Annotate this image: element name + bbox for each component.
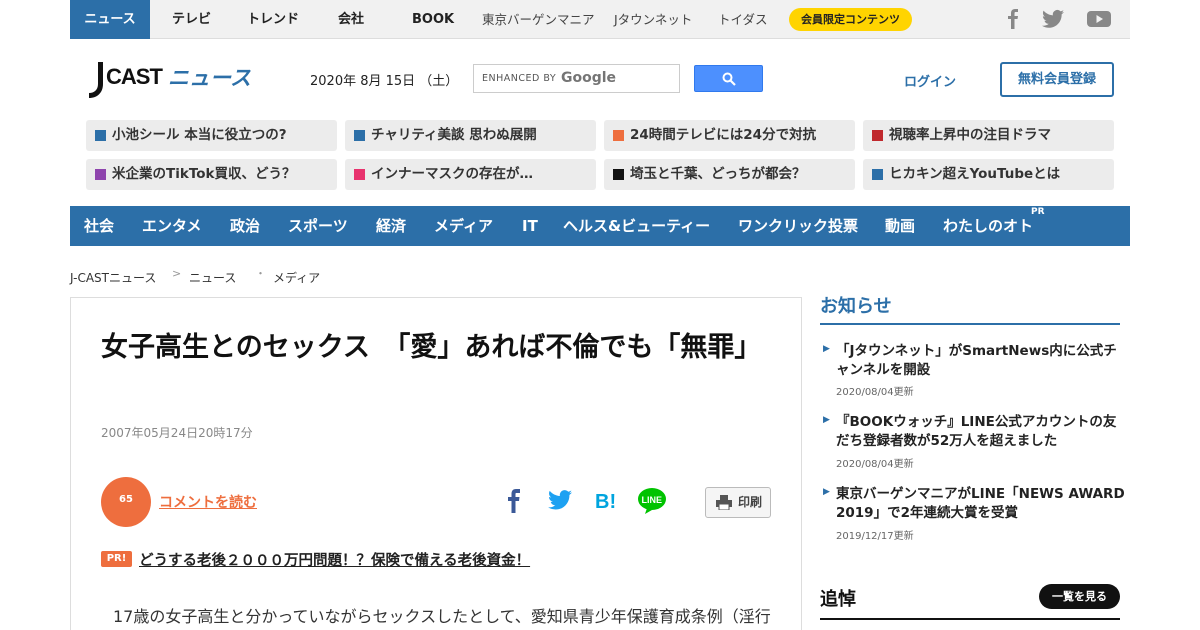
notice-date: 2020/08/04更新 — [836, 387, 914, 398]
breadcrumb-home[interactable]: J-CASTニュース — [70, 269, 156, 286]
print-icon — [716, 495, 732, 510]
read-comments-link[interactable]: コメントを読む — [159, 492, 257, 512]
tab-tv[interactable]: テレビ — [172, 0, 211, 39]
chip-label: 埼玉と千葉、どっちが都会？ — [630, 166, 806, 182]
category-nav: 社会 エンタメ 政治 スポーツ 経済 メディア IT ヘルス&ビューティー ワン… — [70, 206, 1130, 246]
chip-color-marker — [613, 130, 624, 141]
tab-news[interactable]: ニュース — [70, 0, 150, 39]
hatena-bookmark-icon[interactable]: B! — [594, 489, 618, 513]
svg-text:B!: B! — [595, 491, 616, 513]
article-title: 女子高生とのセックス 「愛」あれば不倫でも「無罪」 — [101, 332, 762, 363]
trending-chip[interactable]: チャリティ美談 思わぬ展開 — [345, 120, 596, 151]
line-share-icon[interactable]: LINE — [637, 487, 667, 515]
link-toidas[interactable]: トイダス — [718, 0, 768, 39]
category-sports[interactable]: スポーツ — [288, 206, 348, 246]
link-bargain-mania[interactable]: 東京バーゲンマニア — [482, 0, 595, 39]
chip-label: 視聴率上昇中の注目ドラマ — [889, 127, 1051, 143]
chip-color-marker — [354, 130, 365, 141]
top-nav: ニュース テレビ トレンド 会社 BOOK 東京バーゲンマニア Jタウンネット … — [70, 0, 1130, 39]
search-enhanced-label: ENHANCED BY — [482, 73, 557, 84]
trending-chip[interactable]: ヒカキン超えYouTubeとは — [863, 159, 1114, 190]
chip-color-marker — [354, 169, 365, 180]
chip-color-marker — [613, 169, 624, 180]
category-society[interactable]: 社会 — [84, 206, 114, 246]
comment-count: 65 — [119, 494, 133, 505]
breadcrumb-separator-icon: > — [172, 267, 182, 280]
see-all-button[interactable]: 一覧を見る — [1039, 584, 1120, 609]
site-logo[interactable]: CAST ニュース — [86, 60, 272, 100]
memorial-divider — [820, 618, 1120, 620]
category-watashi-no-oto[interactable]: わたしのオト — [943, 206, 1033, 246]
chevron-right-icon: ▶ — [823, 344, 830, 354]
chip-label: 24時間テレビには24分で対抗 — [630, 127, 817, 143]
notice-heading: お知らせ — [820, 296, 892, 317]
chip-label: 小池シール 本当に役立つの? — [112, 127, 287, 143]
svg-text:CAST: CAST — [106, 64, 163, 89]
login-link[interactable]: ログイン — [904, 71, 956, 90]
tab-trend[interactable]: トレンド — [247, 0, 299, 39]
youtube-icon[interactable] — [1087, 9, 1111, 29]
search-button[interactable] — [694, 65, 763, 92]
print-button[interactable]: 印刷 — [705, 487, 771, 518]
article-date: 2007年05月24日20時17分 — [101, 426, 253, 440]
link-jtown-net[interactable]: Jタウンネット — [614, 0, 692, 39]
pr-tag: PR — [1031, 207, 1045, 217]
memorial-heading: 追悼 — [820, 589, 856, 610]
category-politics[interactable]: 政治 — [230, 206, 260, 246]
pr-ad-link[interactable]: どうする老後２０００万円問題！？保険で備える老後資金！ — [139, 549, 530, 570]
google-wordmark: Google — [561, 70, 617, 86]
category-media[interactable]: メディア — [434, 206, 493, 246]
chip-color-marker — [95, 169, 106, 180]
category-it[interactable]: IT — [522, 206, 538, 246]
chip-color-marker — [872, 130, 883, 141]
breadcrumb-news[interactable]: ニュース — [189, 269, 236, 286]
print-label: 印刷 — [738, 495, 763, 509]
breadcrumb-current: メディア — [273, 271, 321, 285]
trending-chip[interactable]: 24時間テレビには24分で対抗 — [604, 120, 855, 151]
chip-label: ヒカキン超えYouTubeとは — [889, 166, 1061, 182]
chevron-right-icon: ▶ — [823, 487, 830, 497]
category-video[interactable]: 動画 — [885, 206, 915, 246]
chip-color-marker — [872, 169, 883, 180]
svg-text:LINE: LINE — [642, 495, 663, 505]
search-input[interactable]: ENHANCED BY Google — [473, 64, 680, 93]
twitter-share-icon[interactable] — [548, 489, 572, 511]
notice-divider — [820, 323, 1120, 325]
current-date: 2020年 8月 15日 （土） — [310, 74, 459, 89]
facebook-share-icon[interactable] — [507, 489, 521, 513]
article-body: 17歳の女子高生と分かっていながらセックスしたとして、愛知県青少年保護育成条例（… — [113, 607, 771, 626]
notice-item[interactable]: 東京バーゲンマニアがLINE「NEWS AWARD 2019」で2年連続大賞を受… — [836, 485, 1126, 523]
chip-label: チャリティ美談 思わぬ展開 — [371, 127, 537, 143]
chip-color-marker — [95, 130, 106, 141]
category-health-beauty[interactable]: ヘルス&ビューティー — [563, 206, 710, 246]
trending-chip[interactable]: 視聴率上昇中の注目ドラマ — [863, 120, 1114, 151]
trending-chip[interactable]: 小池シール 本当に役立つの? — [86, 120, 337, 151]
notice-item[interactable]: 『BOOKウォッチ』LINE公式アカウントの友だち登録者数が52万人を超えました — [836, 413, 1126, 451]
category-economy[interactable]: 経済 — [376, 206, 406, 246]
chip-label: インナーマスクの存在が… — [371, 166, 533, 182]
tab-book[interactable]: BOOK — [412, 0, 454, 39]
register-button[interactable]: 無料会員登録 — [1000, 62, 1114, 97]
trending-chip[interactable]: 埼玉と千葉、どっちが都会？ — [604, 159, 855, 190]
trending-chip[interactable]: インナーマスクの存在が… — [345, 159, 596, 190]
search-icon — [722, 72, 736, 86]
trending-chip[interactable]: 米企業のTikTok買収、どう？ — [86, 159, 337, 190]
notice-date: 2019/12/17更新 — [836, 531, 914, 542]
twitter-icon[interactable] — [1042, 9, 1064, 29]
svg-text:ニュース: ニュース — [168, 66, 251, 90]
tab-company[interactable]: 会社 — [338, 0, 364, 39]
notice-date: 2020/08/04更新 — [836, 459, 914, 470]
pr-badge: PR! — [101, 551, 132, 567]
chevron-right-icon: ▶ — [823, 415, 830, 425]
breadcrumb-separator-icon: ・ — [255, 267, 266, 280]
category-entertainment[interactable]: エンタメ — [142, 206, 202, 246]
facebook-icon[interactable] — [1005, 9, 1021, 29]
member-content-button[interactable]: 会員限定コンテンツ — [789, 8, 912, 31]
notice-item[interactable]: 「Jタウンネット」がSmartNews内に公式チャンネルを開設 — [836, 342, 1126, 380]
chip-label: 米企業のTikTok買収、どう？ — [112, 166, 296, 182]
category-one-click-vote[interactable]: ワンクリック投票 — [738, 206, 858, 246]
